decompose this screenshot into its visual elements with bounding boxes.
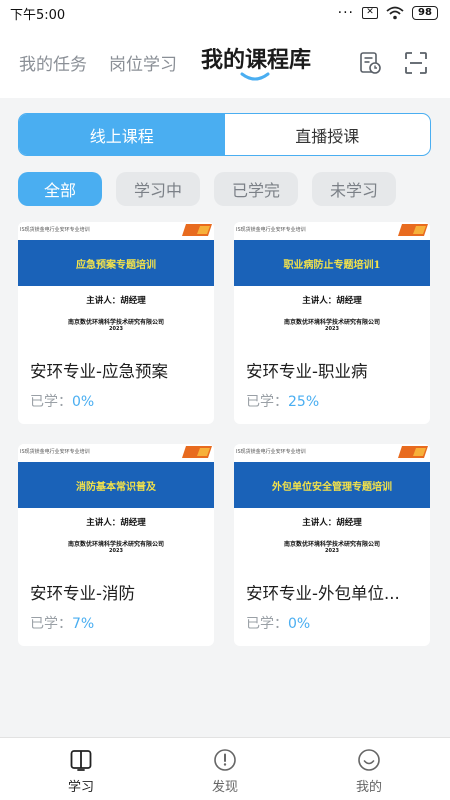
book-icon [70, 750, 92, 771]
filter-chips: 全部 学习中 已学完 未学习 [0, 172, 450, 208]
thumb-banner: 消防基本常识普及 [18, 462, 214, 508]
bottom-navigation: 学习 发现 我的 [0, 737, 450, 800]
brand-logo-icon [398, 446, 428, 458]
course-title: 安环专业-外包单位... [246, 584, 400, 603]
status-time: 下午5:00 [10, 7, 66, 23]
filter-all[interactable]: 全部 [18, 172, 102, 206]
thumb-lecturer: 主讲人：胡经理 [86, 296, 146, 306]
bottom-nav-discover[interactable]: 发现 [180, 738, 270, 800]
tab-my-tasks[interactable]: 我的任务 [19, 50, 87, 75]
filter-in-progress[interactable]: 学习中 [116, 172, 200, 206]
course-thumbnail: IS现货镁金电行业安环专业培训 消防基本常识普及 主讲人：胡经理 南京数优环境科… [18, 444, 214, 562]
course-thumbnail: IS现货镁金电行业安环专业培训 职业病防止专题培训1 主讲人：胡经理 南京数优环… [234, 222, 430, 340]
course-title: 安环专业-消防 [30, 584, 135, 603]
filter-not-started[interactable]: 未学习 [312, 172, 396, 206]
course-thumbnail: IS现货镁金电行业安环专业培训 外包单位安全管理专题培训 主讲人：胡经理 南京数… [234, 444, 430, 562]
course-title: 安环专业-应急预案 [30, 362, 168, 381]
progress-value: 0% [72, 394, 95, 410]
active-tab-indicator [240, 72, 270, 81]
thumb-year: 2023 [325, 326, 339, 332]
thumb-year: 2023 [325, 548, 339, 554]
course-thumbnail: IS现货镁金电行业安环专业培训 应急预案专题培训 主讲人：胡经理 南京数优环境科… [18, 222, 214, 340]
tab-job-learning[interactable]: 岗位学习 [109, 50, 177, 75]
thumb-banner: 外包单位安全管理专题培训 [234, 462, 430, 508]
compass-icon [214, 749, 236, 771]
bottom-nav-label: 发现 [211, 780, 238, 795]
thumb-organization: 南京数优环境科学技术研究有限公司 [67, 541, 164, 548]
progress-value: 0% [288, 616, 311, 632]
course-progress: 已学：0% [30, 391, 94, 411]
course-title: 安环专业-职业病 [246, 362, 368, 381]
bottom-nav-label: 我的 [355, 780, 382, 795]
segment-live-teaching[interactable]: 直播授课 [225, 114, 431, 155]
sim-disabled-icon: ✕ [362, 7, 378, 19]
thumb-banner: 应急预案专题培训 [18, 240, 214, 286]
study-record-icon[interactable] [358, 51, 382, 75]
battery-icon: 98 [412, 6, 438, 20]
bottom-nav-mine[interactable]: 我的 [324, 738, 414, 800]
progress-label: 已学： [246, 616, 288, 632]
course-type-segment: 线上课程 直播授课 [18, 113, 431, 156]
brand-logo-icon [398, 224, 428, 236]
thumb-lecturer: 主讲人：胡经理 [302, 296, 362, 306]
segment-online-courses[interactable]: 线上课程 [19, 114, 225, 155]
smile-icon [358, 749, 380, 771]
course-progress: 已学：7% [30, 613, 94, 633]
progress-label: 已学： [30, 394, 72, 410]
progress-label: 已学： [30, 616, 72, 632]
thumb-organization: 南京数优环境科学技术研究有限公司 [67, 319, 164, 326]
thumb-year: 2023 [109, 326, 123, 332]
thumb-organization: 南京数优环境科学技术研究有限公司 [283, 541, 380, 548]
thumb-organization: 南京数优环境科学技术研究有限公司 [283, 319, 380, 326]
course-card[interactable]: IS现货镁金电行业安环专业培训 外包单位安全管理专题培训 主讲人：胡经理 南京数… [234, 444, 430, 646]
thumb-year: 2023 [109, 548, 123, 554]
progress-label: 已学： [246, 394, 288, 410]
bottom-nav-label: 学习 [67, 780, 94, 795]
course-card[interactable]: IS现货镁金电行业安环专业培训 职业病防止专题培训1 主讲人：胡经理 南京数优环… [234, 222, 430, 424]
filter-completed[interactable]: 已学完 [214, 172, 298, 206]
brand-logo-icon [182, 446, 212, 458]
course-progress: 已学：25% [246, 391, 319, 411]
progress-value: 7% [72, 616, 95, 632]
course-card[interactable]: IS现货镁金电行业安环专业培训 应急预案专题培训 主讲人：胡经理 南京数优环境科… [18, 222, 214, 424]
status-dots: ··· [337, 5, 354, 21]
bottom-nav-study[interactable]: 学习 [36, 738, 126, 800]
status-bar: 下午5:00 ··· ✕ 98 [0, 0, 450, 26]
scan-icon[interactable] [404, 51, 428, 75]
thumb-lecturer: 主讲人：胡经理 [86, 518, 146, 528]
status-icons: ··· ✕ 98 [338, 5, 438, 21]
thumb-lecturer: 主讲人：胡经理 [302, 518, 362, 528]
thumb-banner: 职业病防止专题培训1 [234, 240, 430, 286]
course-progress: 已学：0% [246, 613, 310, 633]
brand-logo-icon [182, 224, 212, 236]
header: 我的任务 岗位学习 我的课程库 [0, 26, 450, 98]
course-card[interactable]: IS现货镁金电行业安环专业培训 消防基本常识普及 主讲人：胡经理 南京数优环境科… [18, 444, 214, 646]
wifi-icon [386, 6, 404, 20]
progress-value: 25% [288, 394, 320, 410]
